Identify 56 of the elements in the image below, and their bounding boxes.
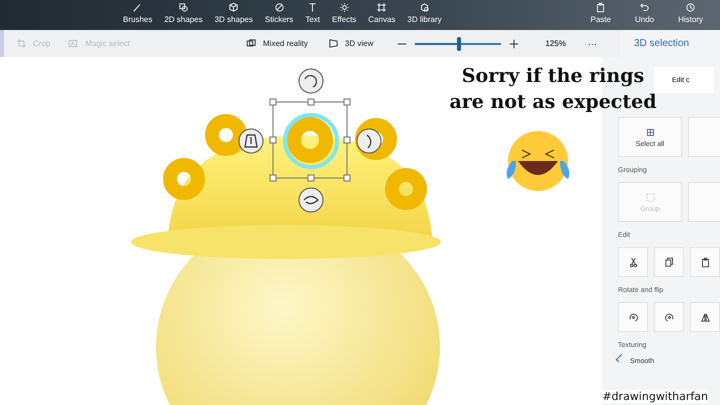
caption-text: are not as expected	[449, 90, 657, 115]
menu-button[interactable]: Brushes	[118, 0, 158, 30]
picture-icon	[68, 38, 80, 49]
menu-button[interactable]: Effects	[326, 0, 362, 30]
canvas-icon	[376, 2, 388, 13]
view-button[interactable]: 3D view	[326, 36, 376, 51]
panel-title: 3D selection	[634, 38, 690, 49]
tool-button[interactable]	[690, 247, 720, 277]
more-button[interactable]: ···	[582, 36, 603, 50]
rotate-left-icon	[628, 312, 638, 322]
clipboard-icon	[595, 2, 606, 13]
menu-button[interactable]: 2D shapes	[159, 0, 208, 30]
scissors-icon	[628, 256, 638, 268]
tool-button[interactable]	[618, 247, 648, 277]
sticker-icon	[274, 2, 285, 13]
menu-button[interactable]: Paste	[586, 0, 616, 30]
zoom-level-text: 125%	[544, 39, 567, 48]
copy-icon	[664, 256, 674, 268]
layers-icon	[246, 38, 257, 49]
view-icon	[328, 38, 339, 49]
hashtag-text: #drawingwitharfan	[602, 390, 708, 403]
cube-icon	[228, 2, 240, 13]
rotate-handle-icon[interactable]	[298, 188, 324, 212]
tool-button[interactable]	[690, 302, 720, 332]
text-icon	[307, 2, 318, 13]
rotate-handle-icon[interactable]	[298, 68, 324, 94]
selection-box[interactable]	[270, 98, 350, 182]
rotate-right-icon	[664, 312, 674, 322]
menu-button[interactable]: Text	[300, 0, 325, 30]
clipboard-icon	[700, 256, 710, 268]
slider-thumb[interactable]	[457, 36, 462, 50]
caption-text: Sorry if the rings	[462, 64, 644, 89]
tool-button[interactable]	[654, 247, 684, 277]
undo-icon	[639, 2, 650, 13]
menu-button[interactable]: Stickers	[260, 0, 298, 30]
group-icon	[644, 192, 656, 202]
shapes-icon	[178, 2, 189, 13]
view-button[interactable]: Mixed reality	[244, 36, 310, 51]
menu-button[interactable]: 3D shapes	[210, 0, 258, 30]
depth-handle-icon[interactable]	[238, 128, 264, 154]
history-icon	[685, 2, 696, 13]
laughing-emoji-icon	[506, 131, 570, 191]
flip-icon	[700, 312, 710, 322]
crop-icon	[16, 38, 27, 49]
rotate-handle-icon[interactable]	[356, 128, 382, 154]
checkbox[interactable]	[616, 354, 624, 362]
menu-button[interactable]: 3D library	[402, 0, 447, 30]
menu-button[interactable]: History	[673, 0, 708, 30]
menu-button[interactable]: Canvas	[363, 0, 400, 30]
menu-button[interactable]: Undo	[630, 0, 660, 30]
cube-icon	[419, 2, 430, 13]
grid-icon	[644, 126, 656, 138]
zoom-in-icon[interactable]	[509, 38, 520, 48]
selection-ring	[283, 113, 339, 169]
zoom-slider[interactable]	[415, 36, 502, 50]
sun-icon	[338, 2, 350, 13]
